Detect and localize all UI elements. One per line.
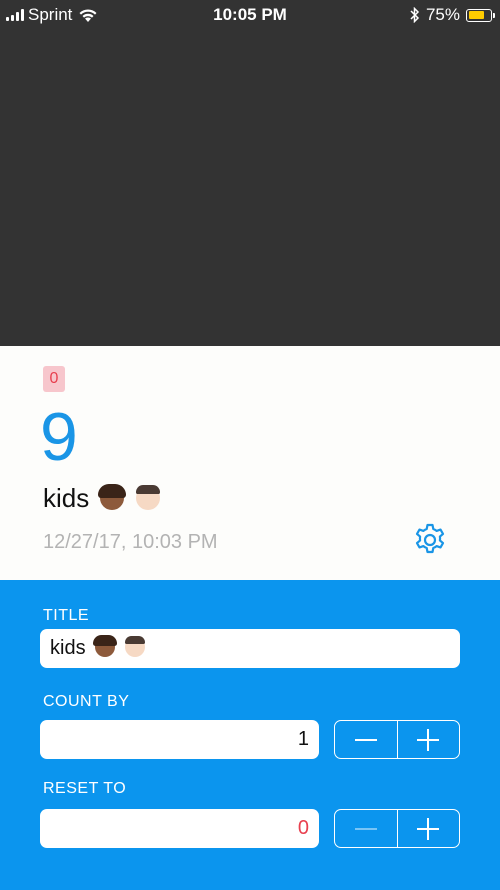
- reset-to-field[interactable]: 0: [40, 809, 319, 848]
- woman-emoji-icon: [93, 635, 118, 657]
- title-field[interactable]: kids: [40, 629, 460, 668]
- reset-count-badge: 0: [43, 366, 65, 392]
- status-bar: Sprint 10:05 PM 75%: [0, 0, 500, 30]
- title-field-text: kids: [50, 637, 86, 659]
- minus-icon: [354, 738, 377, 741]
- gear-icon[interactable]: [412, 522, 448, 558]
- man-emoji-icon: [135, 485, 160, 510]
- reset-to-increment-button[interactable]: [396, 810, 460, 847]
- man-emoji-icon: [124, 636, 145, 657]
- count-value[interactable]: 9: [40, 400, 78, 474]
- reset-to-decrement-button[interactable]: [335, 810, 397, 847]
- count-by-decrement-button[interactable]: [335, 721, 397, 758]
- plus-icon: [417, 728, 440, 751]
- counter-title-text: kids: [43, 483, 90, 513]
- plus-icon: [417, 817, 440, 840]
- count-by-increment-button[interactable]: [396, 721, 460, 758]
- battery-icon: [466, 8, 495, 22]
- counter-title: kids: [43, 480, 160, 516]
- reset-to-label: RESET TO: [43, 780, 127, 797]
- count-by-label: COUNT BY: [43, 693, 130, 710]
- timestamp: 12/27/17, 10:03 PM: [43, 531, 218, 553]
- battery-percent: 75%: [425, 5, 460, 24]
- bluetooth-icon: [410, 7, 420, 23]
- battery-level: [468, 11, 485, 19]
- reset-to-stepper: [334, 809, 460, 848]
- count-by-stepper: [334, 720, 460, 759]
- status-bar-right: 75%: [410, 5, 495, 25]
- title-label: TITLE: [43, 607, 90, 624]
- minus-icon: [354, 827, 377, 830]
- count-by-field[interactable]: 1: [40, 720, 319, 759]
- woman-emoji-icon: [98, 484, 127, 510]
